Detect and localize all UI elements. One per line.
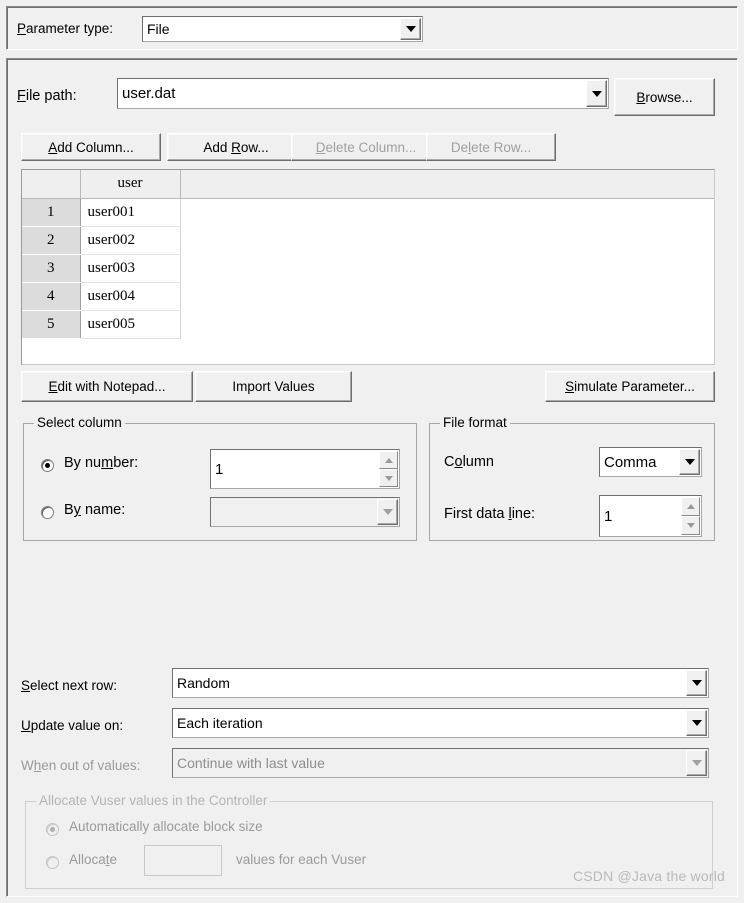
browse-button[interactable]: Browse... bbox=[614, 78, 715, 116]
column-separator-label: Column bbox=[444, 454, 494, 470]
by-name-combo[interactable] bbox=[210, 497, 400, 527]
by-number-label: By number: bbox=[64, 455, 139, 471]
allocate-values-input[interactable] bbox=[144, 845, 222, 876]
spinner-down-icon[interactable] bbox=[681, 516, 700, 535]
file-parameter-panel: File path: user.dat Browse... Add Column… bbox=[6, 58, 738, 897]
column-separator-combo[interactable]: Comma bbox=[599, 447, 702, 477]
delete-row-button[interactable]: Delete Row... bbox=[426, 133, 556, 161]
spinner-buttons[interactable] bbox=[379, 451, 398, 487]
select-next-row-value: Random bbox=[177, 675, 230, 691]
add-row-button[interactable]: Add Row... bbox=[167, 133, 305, 161]
spinner-down-icon[interactable] bbox=[379, 469, 398, 487]
file-path-label: File path: bbox=[17, 88, 77, 104]
select-column-group-title: Select column bbox=[34, 415, 125, 430]
column-header-filler bbox=[180, 170, 714, 199]
table-cell[interactable]: user004 bbox=[80, 282, 181, 311]
allocate-group-title: Allocate Vuser values in the Controller bbox=[36, 793, 271, 808]
chevron-down-icon[interactable] bbox=[686, 710, 707, 736]
table-row[interactable]: 1 user001 bbox=[22, 197, 714, 227]
select-column-group: Select column By number: 1 By name: bbox=[23, 415, 417, 541]
spinner-up-icon[interactable] bbox=[379, 451, 398, 469]
parameter-properties-dialog: Parameter type: File File path: user.dat… bbox=[0, 0, 744, 903]
file-format-group-title: File format bbox=[440, 415, 510, 430]
table-cell-filler bbox=[180, 254, 714, 282]
file-format-group: File format Column Comma First data line… bbox=[429, 415, 715, 541]
grid-corner-cell bbox=[22, 170, 81, 199]
chevron-down-icon[interactable] bbox=[686, 670, 707, 696]
table-row[interactable]: 4 user004 bbox=[22, 282, 714, 311]
delete-column-button[interactable]: Delete Column... bbox=[291, 133, 441, 161]
auto-allocate-label: Automatically allocate block size bbox=[69, 819, 263, 834]
by-number-spinner[interactable]: 1 bbox=[210, 449, 400, 489]
table-cell[interactable]: user002 bbox=[80, 226, 181, 255]
file-path-combo[interactable]: user.dat bbox=[117, 78, 609, 109]
update-value-on-value: Each iteration bbox=[177, 715, 263, 731]
spinner-up-icon[interactable] bbox=[681, 497, 700, 516]
radio-manual-allocate[interactable] bbox=[46, 856, 59, 869]
row-number[interactable]: 4 bbox=[22, 282, 81, 311]
table-header-row: user bbox=[22, 170, 714, 199]
table-cell[interactable]: user005 bbox=[80, 310, 181, 339]
watermark: CSDN @Java the world bbox=[572, 868, 725, 884]
row-number[interactable]: 5 bbox=[22, 310, 81, 339]
first-data-line-value: 1 bbox=[604, 507, 613, 525]
chevron-down-icon[interactable] bbox=[586, 80, 607, 107]
spinner-buttons[interactable] bbox=[681, 497, 700, 535]
parameter-data-grid[interactable]: user 1 user001 2 user002 3 user003 4 use… bbox=[21, 169, 715, 365]
table-row[interactable]: 3 user003 bbox=[22, 254, 714, 283]
when-out-of-values-combo[interactable]: Continue with last value bbox=[172, 748, 709, 778]
table-body: 1 user001 2 user002 3 user003 4 user004 … bbox=[22, 197, 714, 339]
table-cell[interactable]: user003 bbox=[80, 254, 181, 283]
radio-by-number[interactable] bbox=[41, 459, 54, 472]
table-cell-filler bbox=[180, 198, 714, 226]
by-name-label: By name: bbox=[64, 502, 126, 518]
chevron-down-icon[interactable] bbox=[679, 449, 700, 475]
table-cell-filler bbox=[180, 282, 714, 310]
edit-with-notepad-button[interactable]: Edit with Notepad... bbox=[21, 371, 193, 402]
when-out-of-values-label: When out of values: bbox=[21, 758, 141, 773]
import-values-label: Import Values bbox=[232, 379, 315, 394]
first-data-line-spinner[interactable]: 1 bbox=[599, 495, 702, 537]
table-row[interactable]: 2 user002 bbox=[22, 226, 714, 255]
parameter-type-value: File bbox=[147, 21, 170, 37]
by-number-value: 1 bbox=[215, 460, 224, 478]
table-cell[interactable]: user001 bbox=[80, 198, 181, 227]
row-number[interactable]: 2 bbox=[22, 226, 81, 255]
when-out-of-values-value: Continue with last value bbox=[177, 755, 325, 771]
simulate-parameter-button[interactable]: Simulate Parameter... bbox=[545, 371, 715, 402]
data-table: user 1 user001 2 user002 3 user003 4 use… bbox=[22, 170, 714, 339]
table-header: user bbox=[22, 170, 714, 199]
row-number[interactable]: 1 bbox=[22, 197, 81, 227]
row-number[interactable]: 3 bbox=[22, 254, 81, 283]
chevron-down-icon[interactable] bbox=[400, 18, 421, 40]
radio-auto-allocate[interactable] bbox=[46, 823, 59, 836]
parameter-type-label: Parameter type: bbox=[17, 21, 114, 36]
column-header-user[interactable]: user bbox=[80, 170, 181, 199]
add-column-button[interactable]: Add Column... bbox=[21, 133, 161, 161]
radio-by-name[interactable] bbox=[41, 506, 54, 519]
update-value-on-label: Update value on: bbox=[21, 718, 124, 733]
table-cell-filler bbox=[180, 226, 714, 254]
values-for-each-vuser-label: values for each Vuser bbox=[236, 852, 367, 867]
chevron-down-icon[interactable] bbox=[686, 750, 707, 776]
select-next-row-combo[interactable]: Random bbox=[172, 668, 709, 698]
parameter-type-panel: Parameter type: File bbox=[6, 6, 738, 50]
file-path-value: user.dat bbox=[122, 85, 176, 102]
column-separator-value: Comma bbox=[604, 453, 657, 471]
import-values-button[interactable]: Import Values bbox=[195, 371, 352, 402]
table-row[interactable]: 5 user005 bbox=[22, 310, 714, 339]
chevron-down-icon[interactable] bbox=[377, 499, 398, 525]
select-next-row-label: Select next row: bbox=[21, 678, 118, 693]
update-value-on-combo[interactable]: Each iteration bbox=[172, 708, 709, 738]
manual-allocate-label: Allocate bbox=[69, 852, 118, 867]
first-data-line-label: First data line: bbox=[444, 506, 536, 522]
table-cell-filler bbox=[180, 310, 714, 338]
parameter-type-combo[interactable]: File bbox=[142, 16, 423, 42]
